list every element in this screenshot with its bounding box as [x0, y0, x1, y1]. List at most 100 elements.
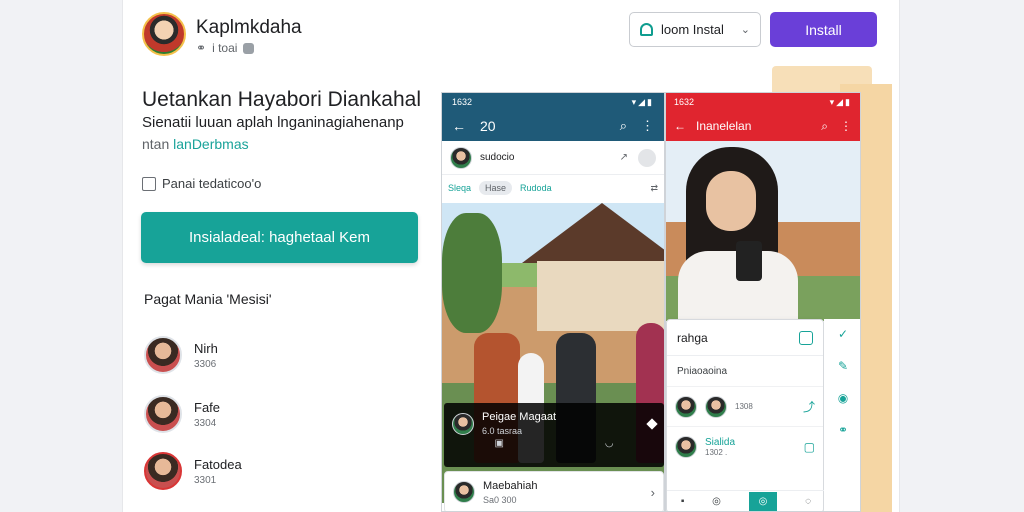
avatar: [144, 395, 182, 433]
grid-icon[interactable]: ▣: [494, 438, 503, 449]
card-title: Maebahiah: [483, 479, 538, 492]
status-time: 1632: [452, 97, 473, 107]
more-icon[interactable]: ⋮: [641, 118, 654, 134]
tag[interactable]: Sleqa: [448, 183, 471, 193]
item-name: Sialida: [705, 436, 736, 448]
install-button[interactable]: Install: [770, 12, 877, 47]
toolbar-title: Inanelelan: [696, 119, 752, 133]
sublink-accent[interactable]: lanDerbmas: [173, 136, 248, 152]
refresh-icon[interactable]: [638, 148, 656, 167]
app-name: Kaplmkdaha: [196, 17, 302, 38]
badge-icon: [243, 42, 255, 54]
app-logo: [142, 12, 186, 56]
sublink-prefix: ntan: [142, 136, 170, 152]
tag[interactable]: Hase: [479, 181, 513, 195]
bottom-sheet: rahga Pniaoaoina 1308 ⤴ Sialida 1302 . ▢…: [666, 319, 825, 511]
share-icon[interactable]: ⤴: [803, 398, 815, 415]
arrow-icon[interactable]: ↗: [620, 152, 628, 163]
cta-button[interactable]: Insialadeal: haghetaal Kem: [141, 212, 418, 263]
avatar-thumb: ◉: [837, 391, 849, 405]
avatar: [675, 435, 697, 458]
sheet-title: rahga: [677, 330, 708, 345]
post-author: sudocio: [480, 152, 515, 163]
profile-photo: [666, 141, 860, 321]
avatar: [675, 395, 697, 418]
member-name: Fafe: [194, 399, 221, 415]
member-item[interactable]: Fatodea 3301: [144, 452, 242, 490]
calendar-icon: [142, 176, 156, 191]
more-icon[interactable]: ⋮: [840, 119, 852, 134]
select-label: loom Instal: [661, 22, 724, 37]
toolbar-title: 20: [480, 118, 496, 134]
item-sub: 1302 .: [705, 447, 728, 457]
tag-row: Sleqa Hase Rudoda ⇄: [442, 175, 664, 201]
phone-toolbar: ← 20 ⌕ ⋮: [442, 111, 664, 141]
overlay-actions: ▣ ◡: [444, 438, 664, 449]
diamond-icon[interactable]: [646, 417, 658, 430]
status-time: 1632: [674, 97, 695, 107]
side-strip: ✓ ✎ ◉ ⚭: [824, 319, 860, 511]
avatar: [144, 336, 182, 374]
phone-toolbar: ← Inanelelan ⌕ ⋮: [666, 111, 860, 141]
avatar: [705, 395, 727, 418]
media-overlay[interactable]: Peigae Magaat 6.0 tasraa ▣ ◡: [444, 403, 664, 467]
member-item[interactable]: Nirh 3306: [144, 336, 218, 374]
back-arrow-icon[interactable]: ←: [452, 118, 466, 134]
tag[interactable]: Rudoda: [520, 183, 552, 193]
roof: [522, 203, 664, 263]
share-icon[interactable]: ⇄: [650, 183, 658, 194]
link-icon[interactable]: ⚭: [838, 423, 848, 437]
sheet-header: rahga: [667, 320, 823, 356]
message-icon[interactable]: ▢: [804, 440, 815, 454]
nav-profile-icon[interactable]: ◌: [805, 496, 811, 507]
back-arrow-icon[interactable]: ←: [674, 119, 686, 133]
edit-icon[interactable]: ✎: [838, 359, 848, 373]
link-icon: ⚭: [196, 41, 207, 55]
search-icon[interactable]: ⌕: [821, 119, 828, 134]
face: [706, 171, 756, 231]
nav-active-icon[interactable]: ◎: [748, 492, 778, 511]
status-bar: 1632 ▾◢▮: [442, 93, 664, 111]
check-icon[interactable]: ✓: [838, 327, 848, 341]
page-headline: Uetankan Hayabori Diankahal: [142, 88, 421, 111]
house: [537, 261, 664, 331]
search-icon[interactable]: ⌕: [620, 118, 627, 134]
member-name: Nirh: [194, 340, 218, 356]
status-bar: 1632 ▾◢▮: [666, 93, 860, 111]
language-select[interactable]: loom Instal ⌄: [629, 12, 761, 47]
member-sub: 3306: [194, 358, 217, 370]
overlay-sub: 6.0 tasraa: [482, 426, 523, 436]
member-sub: 3301: [194, 474, 217, 486]
feature-text: Panai tedaticoo'o: [162, 176, 262, 191]
list-item[interactable]: 1308 ⤴: [667, 386, 823, 426]
chevron-down-icon: ⌄: [740, 24, 750, 36]
list-card[interactable]: Maebahiah Sa0 300 ›: [444, 471, 664, 511]
page-sublink: ntan lanDerbmas: [142, 136, 249, 152]
copy-icon[interactable]: [799, 330, 813, 345]
chevron-right-icon[interactable]: ›: [651, 485, 655, 500]
shield-icon[interactable]: ◡: [605, 438, 614, 449]
phone-prop: [736, 241, 762, 281]
member-item[interactable]: Fafe 3304: [144, 395, 220, 433]
members-title: Pagat Mania 'Mesisi': [144, 291, 272, 307]
list-item[interactable]: Sialida 1302 . ▢: [667, 426, 823, 466]
status-icons: ▾◢▮: [631, 96, 654, 107]
app-meta: ⚭ i toai: [196, 41, 255, 55]
overlay-title: Peigae Magaat: [482, 411, 556, 423]
bell-icon: [640, 23, 653, 36]
avatar: [453, 481, 475, 503]
phone-screenshot-feed: 1632 ▾◢▮ ← 20 ⌕ ⋮ sudocio ↗ Sleqa Hase R…: [441, 92, 665, 512]
avatar: [452, 412, 474, 435]
card-sub: Sa0 300: [483, 494, 517, 505]
member-sub: 3304: [194, 417, 217, 429]
nav-home-icon[interactable]: ▪: [681, 496, 685, 507]
status-icons: ▾◢▮: [829, 96, 852, 107]
feature-row: Panai tedaticoo'o: [142, 176, 261, 191]
avatar: [144, 452, 182, 490]
page-subtext: Sienatii luuan aplah lnganinagiahenanp: [142, 114, 404, 131]
tree: [442, 213, 502, 333]
sheet-section: Pniaoaoina: [677, 365, 728, 377]
nav-search-icon[interactable]: ◎: [712, 496, 721, 507]
avatar: [450, 146, 472, 169]
item-sub: 1308: [735, 402, 753, 411]
